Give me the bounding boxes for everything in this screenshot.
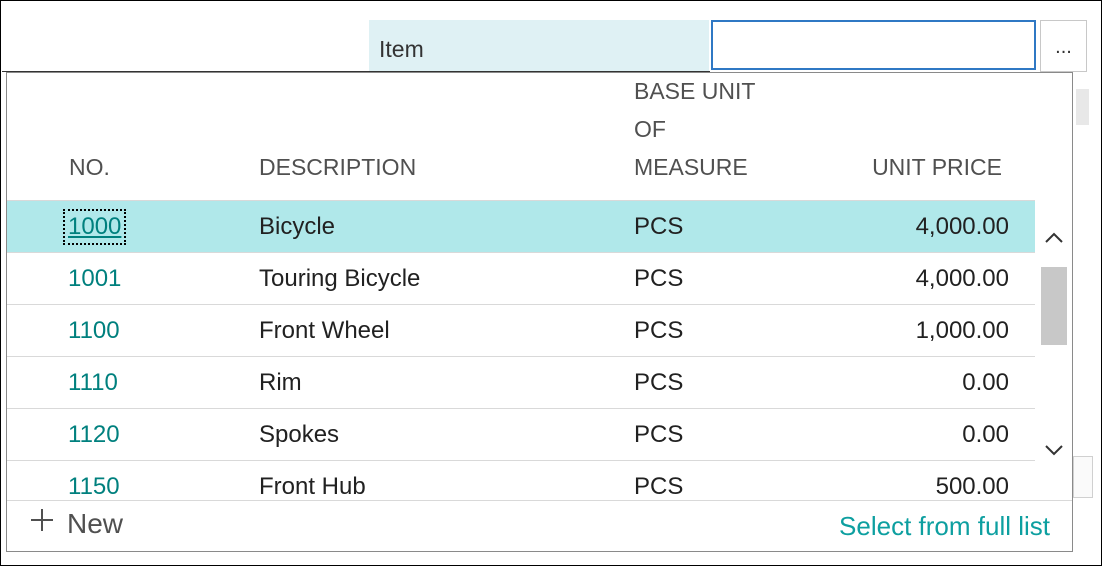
item-unit-price: 0.00	[962, 369, 1009, 396]
table-row[interactable]: 1001 Touring Bicycle PCS 4,000.00	[7, 252, 1035, 304]
chevron-up-icon[interactable]	[1041, 227, 1067, 253]
table-row[interactable]: 1000 Bicycle PCS 4,000.00	[7, 200, 1035, 252]
item-field-row: Item ...	[2, 2, 1100, 73]
lookup-header: NO. DESCRIPTION BASE UNIT OF MEASURE UNI…	[7, 73, 1035, 200]
table-row[interactable]: 1110 Rim PCS 0.00	[7, 356, 1035, 408]
column-header-base-unit-of-measure[interactable]: BASE UNIT OF MEASURE	[634, 73, 784, 186]
column-header-description[interactable]: DESCRIPTION	[259, 148, 416, 186]
item-no-link[interactable]: 1110	[68, 357, 121, 409]
item-uom: PCS	[634, 213, 684, 240]
select-from-full-list-link[interactable]: Select from full list	[839, 511, 1050, 542]
item-uom: PCS	[634, 265, 684, 292]
lookup-button[interactable]: ...	[1040, 20, 1087, 72]
new-button-label: New	[67, 508, 124, 539]
background-page-element	[1076, 89, 1089, 125]
item-no-link[interactable]: 1150	[68, 461, 123, 500]
item-unit-price: 4,000.00	[915, 213, 1009, 240]
column-header-unit-price[interactable]: UNIT PRICE	[807, 148, 1002, 186]
background-page-element	[1073, 456, 1093, 498]
item-uom: PCS	[634, 317, 684, 344]
item-field-caption: Item	[379, 36, 424, 62]
table-row[interactable]: 1120 Spokes PCS 0.00	[7, 408, 1035, 460]
table-row[interactable]: 1150 Front Hub PCS 500.00	[7, 460, 1035, 500]
item-description: Front Hub	[259, 473, 366, 500]
item-no-link[interactable]: 1100	[68, 305, 123, 357]
item-lookup-dropdown: NO. DESCRIPTION BASE UNIT OF MEASURE UNI…	[6, 72, 1073, 552]
item-no-link[interactable]: 1001	[68, 253, 124, 305]
item-description: Touring Bicycle	[259, 265, 421, 292]
item-description: Front Wheel	[259, 317, 390, 344]
scrollbar-thumb[interactable]	[1041, 267, 1067, 345]
item-description: Spokes	[259, 421, 340, 448]
item-no-link[interactable]: 1120	[68, 409, 123, 461]
item-uom: PCS	[634, 421, 684, 448]
new-button[interactable]: New	[29, 507, 123, 541]
item-unit-price: 0.00	[962, 421, 1009, 448]
item-uom: PCS	[634, 473, 684, 500]
column-header-no[interactable]: NO.	[69, 148, 110, 186]
table-row[interactable]: 1100 Front Wheel PCS 1,000.00	[7, 304, 1035, 356]
plus-icon	[29, 507, 55, 541]
vertical-scrollbar[interactable]	[1037, 219, 1071, 469]
page-frame: Item ... NO. DESCRIPTION BASE UNIT OF ME…	[0, 0, 1102, 566]
item-no-link[interactable]: 1000	[62, 201, 127, 253]
lookup-rows: 1000 Bicycle PCS 4,000.00 1001 Touring B…	[7, 200, 1035, 500]
item-unit-price: 500.00	[935, 473, 1009, 500]
item-field-input[interactable]	[711, 20, 1036, 70]
lookup-footer: New Select from full list	[7, 500, 1072, 551]
chevron-down-icon[interactable]	[1041, 439, 1067, 465]
item-description: Rim	[259, 369, 302, 396]
item-uom: PCS	[634, 369, 684, 396]
item-unit-price: 4,000.00	[915, 265, 1009, 292]
item-description: Bicycle	[259, 213, 336, 240]
item-unit-price: 1,000.00	[915, 317, 1009, 344]
